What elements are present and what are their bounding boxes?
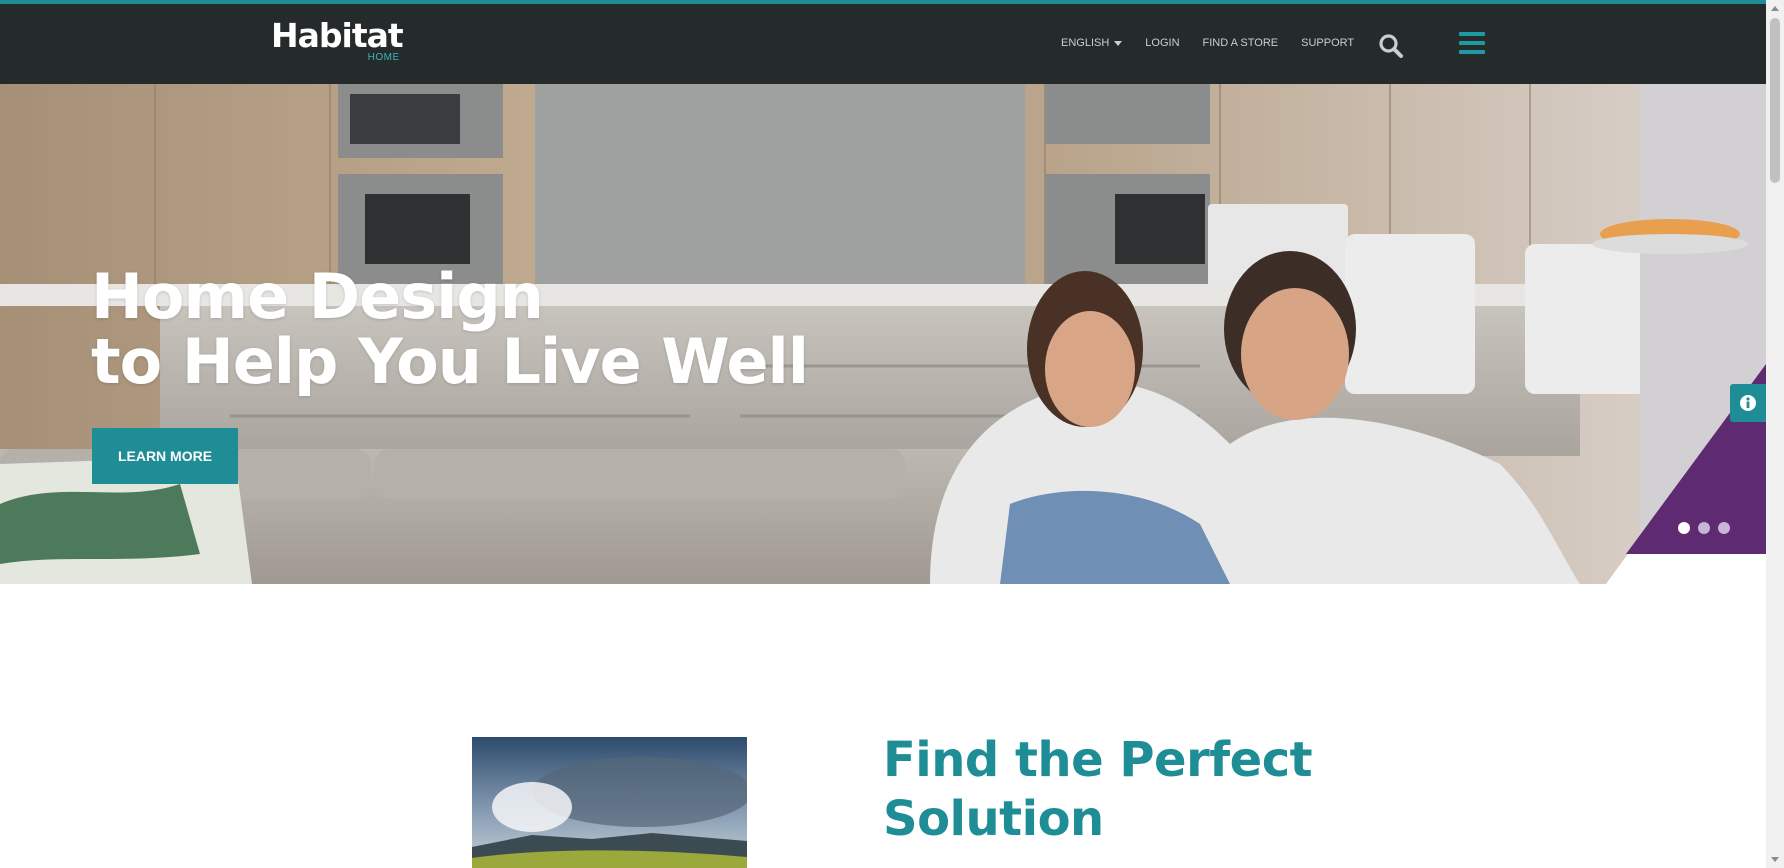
login-link[interactable]: LOGIN [1145, 37, 1179, 49]
feature-title-line-2: Solution [883, 791, 1104, 847]
scroll-up-arrow-icon[interactable] [1771, 6, 1779, 11]
landscape-photo [472, 737, 747, 868]
support-link[interactable]: SUPPORT [1301, 37, 1354, 49]
learn-more-button[interactable]: LEARN MORE [92, 428, 238, 484]
scroll-down-arrow-icon[interactable] [1771, 857, 1779, 862]
site-header: Habitat HOME ENGLISH LOGIN FIND A STORE … [0, 0, 1766, 84]
hero-title: Home Design to Help You Live Well [91, 264, 809, 394]
hero-title-line-1: Home Design [91, 260, 544, 333]
slide-dot-3[interactable] [1718, 522, 1730, 534]
search-icon[interactable] [1378, 33, 1404, 59]
logo-name: Habitat [271, 16, 404, 55]
feature-title: Find the Perfect Solution [883, 731, 1313, 849]
slide-indicators [1678, 522, 1730, 534]
page: Habitat HOME ENGLISH LOGIN FIND A STORE … [0, 0, 1766, 868]
hero-banner: Home Design to Help You Live Well LEARN … [0, 84, 1766, 584]
top-navigation: ENGLISH LOGIN FIND A STORE SUPPORT [1061, 37, 1377, 49]
hamburger-menu-icon[interactable] [1459, 31, 1485, 55]
feature-title-line-1: Find the Perfect [883, 732, 1313, 788]
vertical-scrollbar[interactable] [1766, 0, 1784, 868]
scrollbar-thumb[interactable] [1770, 18, 1780, 183]
info-icon [1740, 395, 1756, 411]
slide-dot-2[interactable] [1698, 522, 1710, 534]
caret-down-icon [1114, 40, 1123, 46]
language-label: ENGLISH [1061, 37, 1110, 49]
info-side-tab[interactable] [1730, 384, 1766, 422]
hero-title-line-2: to Help You Live Well [91, 325, 809, 398]
habitat-logo[interactable]: Habitat HOME [271, 16, 404, 64]
language-selector[interactable]: ENGLISH [1061, 37, 1123, 49]
slide-dot-1[interactable] [1678, 522, 1690, 534]
find-store-link[interactable]: FIND A STORE [1203, 37, 1279, 49]
logo-subtitle: HOME [367, 52, 400, 63]
